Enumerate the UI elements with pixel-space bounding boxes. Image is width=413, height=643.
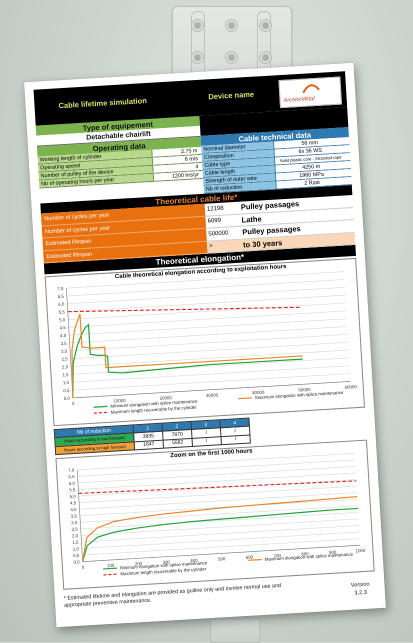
gridline [66,271,344,289]
y-tick-label: 2,5 [61,356,68,361]
y-tick-label: 5,0 [59,317,66,322]
legend-swatch [93,411,108,414]
gridline [77,459,356,477]
x-tick-label: 0 [72,401,75,406]
reduction-row-value: / [191,436,222,447]
zoom-chart-svg: 0,00,5 1,01,5 2,0 2,53,0 3,54,0 4,55,0 5,56,0 6… [68,453,366,576]
y-tick-label: 7,0 [68,467,75,472]
gridline [77,466,356,484]
y-tick-label: 6,5 [68,474,75,479]
life-row-number: 500000 [208,230,229,238]
y-tick-label: 1,0 [73,546,80,551]
y-tick-label: 6,5 [58,294,65,299]
legend-swatch [238,397,253,400]
gridline [82,538,360,556]
gridline [78,479,357,497]
document-title: Cable lifetime simulation [58,96,148,111]
y-tick-label: 7,0 [57,286,64,291]
life-row-number: 6099 [207,218,222,225]
y-tick-label: 2,5 [71,526,78,531]
x-tick-label: 0 [82,565,85,570]
x-tick-label: 500 [218,556,226,561]
legend-swatch [103,567,118,570]
x-tick-label: 100 [107,563,115,568]
cable-rows: Nominal diameter 56 mm Composition 6x 36 WS… [201,137,352,194]
y-tick-label: 3,0 [71,520,78,525]
gridline [67,287,345,305]
zoom-chart: Zoom on the first 1000 hours 0,0 0,5 1,0 1,… [55,439,375,590]
logo-swoosh-icon [302,84,320,94]
series-line [82,496,358,562]
gridline [69,326,348,344]
left-column: Type of equipement Detachable chairlift … [35,115,204,204]
y-tick-label: 0,0 [73,559,80,564]
y-tick-label: 4,0 [70,507,77,512]
device-name-label: Device name [208,89,255,102]
y-tick-label: 6,0 [58,301,65,306]
x-tick-label: 1000 [355,548,366,554]
gridline [70,334,348,352]
life-row-text: Pulley passages [240,199,300,212]
x-tick-label: 600 [246,554,254,559]
gridline [79,492,358,510]
elongation-chart: Cable theoretical elongation according t… [44,257,365,427]
gridline [81,525,359,543]
life-labels: Number of cycles per year Number of cycle… [40,203,208,264]
life-row-text: to 30 years [242,237,283,250]
operating-row-value: 1200 hrs/yr [153,170,204,181]
reduction-row-value: / [220,434,251,445]
x-tick-label: 30000 [206,392,219,398]
gridline [71,365,350,383]
y-tick-label: 5,5 [59,309,66,314]
gridline [79,498,358,516]
gridline [77,453,355,471]
y-tick-label: 0,5 [73,553,80,558]
legend-swatch [93,405,108,408]
arcelormittal-logo: ArcelorMittal [278,76,342,109]
y-tick-label: 4,5 [59,325,66,330]
version-number: 3.2.3 [354,589,368,597]
elongation-chart-svg: 0,0 0,5 1,0 1,5 2,0 2,5 3,0 3,5 4,0 4,5 5,0 5,5 6,0 6… [57,271,358,415]
y-tick-label: 5,5 [69,487,76,492]
life-row-text: Lathe [241,214,262,225]
y-tick-label: 2,0 [62,364,69,369]
y-tick-label: 4,5 [70,500,77,505]
gridline [70,341,349,359]
legend-swatch [247,558,262,561]
life-values: 12198 Pulley passages 6099 Lathe 500000 Pulle… [204,194,356,254]
y-tick-label: 1,5 [72,540,79,545]
logo-text: ArcelorMittal [283,96,315,104]
y-tick-label: 3,5 [60,341,67,346]
life-row-number: > [209,243,213,250]
document-sheet: Cable lifetime simulation Device name Ar… [24,62,386,628]
right-column: Cable technical data Nominal diameter 56 … [199,107,352,194]
life-row-text: Pulley passages [242,224,301,237]
reduction-row-value: 1647 [134,439,164,450]
y-tick-label: 6,0 [69,481,76,486]
reduction-row-value: 5582 [163,438,193,449]
gridline [69,318,347,336]
legend-swatch [103,573,118,576]
life-row-number: 12198 [206,205,224,213]
y-tick-label: 1,0 [63,380,70,385]
gridline [81,518,359,536]
x-tick-label: 60000 [344,384,357,390]
y-tick-label: 0,5 [63,388,70,393]
version-block: Version 3.2.3 [351,581,371,598]
gridline [81,531,360,549]
gridline [68,310,347,328]
y-tick-label: 3,5 [71,513,78,518]
y-tick-label: 0,0 [64,396,71,401]
y-tick-label: 4,0 [60,333,67,338]
y-tick-label: 1,5 [62,372,69,377]
y-tick-label: 2,0 [72,533,79,538]
y-tick-label: 3,0 [61,349,68,354]
y-tick-label: 5,0 [69,494,76,499]
gridline [66,279,345,297]
